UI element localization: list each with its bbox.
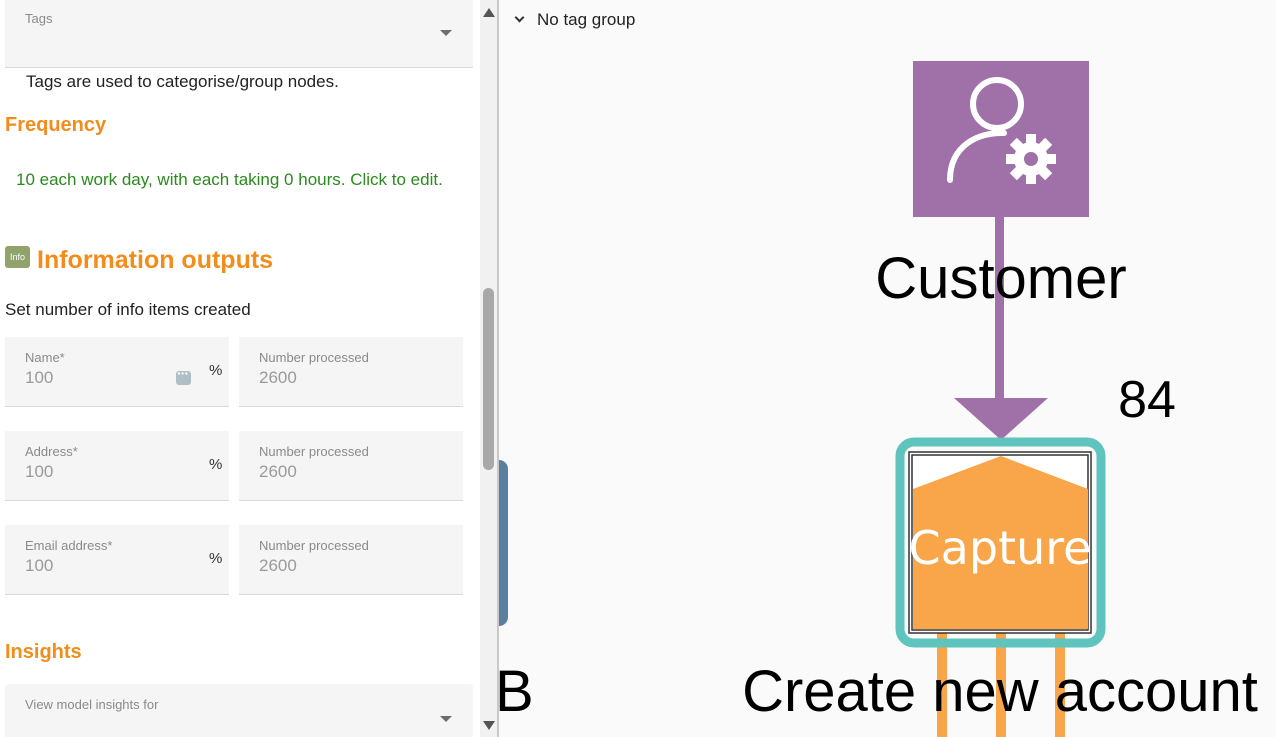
email-field-value: 100 — [25, 556, 54, 575]
flow-count-label: 84 — [1118, 371, 1176, 429]
name-field-value: 100 — [25, 368, 54, 387]
capture-node-label: Capture — [909, 521, 1092, 575]
frequency-edit-link[interactable]: 10 each work day, with each taking 0 hou… — [16, 170, 443, 190]
name-number-processed-field[interactable]: Number processed 2600 — [239, 337, 463, 407]
gear-icon — [1006, 134, 1056, 184]
tags-helper-text: Tags are used to categorise/group nodes. — [26, 72, 339, 91]
scrollbar-thumb[interactable] — [483, 288, 494, 470]
more-options-icon[interactable] — [176, 365, 191, 385]
model-insights-select[interactable]: View model insights for — [5, 684, 473, 737]
process-diagram: Customer 84 Capture Create new account B — [499, 61, 1258, 737]
scroll-up-arrow-icon[interactable] — [483, 8, 495, 17]
info-badge-icon: Info — [5, 246, 30, 268]
process-canvas[interactable]: No tag group Customer 84 Capture Create … — [499, 0, 1276, 737]
number-processed-label: Number processed — [259, 350, 369, 365]
number-processed-value: 2600 — [259, 462, 297, 481]
address-field-value: 100 — [25, 462, 54, 481]
email-number-processed-field[interactable]: Number processed 2600 — [239, 525, 463, 595]
model-insights-label: View model insights for — [25, 697, 159, 712]
info-items-subtitle: Set number of info items created — [5, 300, 251, 319]
tags-select[interactable]: Tags — [5, 0, 473, 68]
drawer-toggle-handle[interactable] — [499, 460, 508, 626]
frequency-heading: Frequency — [5, 114, 107, 136]
address-percent-field[interactable]: Address* 100 % — [5, 431, 229, 501]
insights-dropdown-caret-icon[interactable] — [440, 716, 452, 722]
name-percent-field[interactable]: Name* 100 % — [5, 337, 229, 407]
number-processed-value: 2600 — [259, 368, 297, 387]
number-processed-label: Number processed — [259, 538, 369, 553]
percent-unit: % — [209, 456, 223, 473]
tags-select-label: Tags — [25, 11, 53, 26]
tags-dropdown-caret-icon[interactable] — [440, 30, 452, 36]
number-processed-value: 2600 — [259, 556, 297, 575]
insights-heading: Insights — [5, 641, 82, 663]
address-number-processed-field[interactable]: Number processed 2600 — [239, 431, 463, 501]
connector-arrowhead — [954, 398, 1048, 440]
capture-node[interactable]: Capture — [895, 437, 1106, 648]
address-field-label: Address* — [25, 444, 78, 459]
offscreen-node-label: B — [499, 659, 534, 724]
percent-unit: % — [209, 362, 223, 379]
scroll-down-arrow-icon[interactable] — [483, 721, 495, 730]
email-field-label: Email address* — [25, 538, 113, 553]
properties-panel: Tags Tags are used to categorise/group n… — [0, 0, 480, 737]
customer-node-label: Customer — [875, 246, 1126, 311]
number-processed-label: Number processed — [259, 444, 369, 459]
percent-unit: % — [209, 550, 223, 567]
information-outputs-heading: Information outputs — [37, 246, 274, 274]
email-percent-field[interactable]: Email address* 100 % — [5, 525, 229, 595]
customer-node-box[interactable] — [913, 61, 1089, 217]
capture-node-caption: Create new account — [742, 659, 1258, 724]
customer-node[interactable] — [913, 61, 1089, 217]
panel-scrollbar[interactable] — [480, 0, 497, 737]
name-field-label: Name* — [25, 350, 65, 365]
